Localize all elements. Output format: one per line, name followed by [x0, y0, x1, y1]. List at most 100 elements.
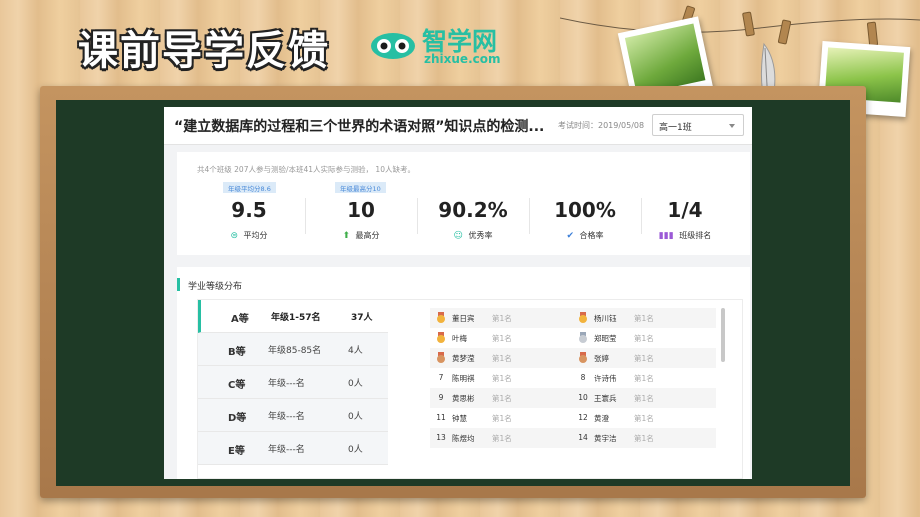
- rank-number: 8: [580, 373, 586, 382]
- student-place: 第1名: [492, 434, 512, 443]
- student-place: 第1名: [634, 434, 654, 443]
- summary-text: 共4个班级 207人参与测验/本班41人实际参与测验， 10人缺考。: [197, 165, 415, 174]
- rank-number: 7: [438, 373, 444, 382]
- rank-number: 14: [578, 433, 588, 442]
- level-range: 年级1-57名: [271, 313, 321, 323]
- student-place: 第1名: [492, 394, 512, 403]
- stat-value: 1/4: [667, 198, 703, 222]
- stat-value: 9.5: [231, 198, 267, 222]
- list-item: 9 黄思彬 第1名 10 王寰兵 第1名: [430, 388, 716, 408]
- student-place: 第1名: [634, 374, 654, 383]
- list-item: 13 陈煜均 第1名 14 黄宇洁 第1名: [430, 428, 716, 448]
- stat-max: 年级最高分10 10 ⬆ 最高分: [305, 182, 417, 252]
- student-place: 第1名: [634, 314, 654, 323]
- student-rank-list: 董日宾 第1名 杨川钰 第1名 叶梅 第1名 郑昭莹 第1名 黄梦滢 第1名 张…: [430, 308, 730, 460]
- stat-label: 最高分: [355, 231, 380, 240]
- gold-medal-icon: [436, 332, 446, 343]
- list-item: 7 陈明祺 第1名 8 许诗伟 第1名: [430, 368, 716, 388]
- student-place: 第1名: [634, 354, 654, 363]
- rank-number: 12: [578, 413, 588, 422]
- stat-value: 100%: [554, 198, 616, 222]
- student-place: 第1名: [634, 414, 654, 423]
- owl-logo-icon: [371, 33, 415, 59]
- slide-title: 课前导学反馈: [78, 28, 330, 74]
- student-name: 黄梦滢: [452, 354, 475, 363]
- student-place: 第1名: [492, 414, 512, 423]
- smile-icon: ☺: [453, 231, 463, 241]
- distribution-panel: A等 年级1-57名 37人 B等 年级85-85名 4人 C等 年级---名 …: [197, 299, 743, 479]
- list-item: 黄梦滢 第1名 张婷 第1名: [430, 348, 716, 368]
- level-label: C等: [228, 380, 246, 391]
- distribution-card: 学业等级分布 A等 年级1-57名 37人 B等 年级85-85名 4人 C等 …: [177, 267, 750, 479]
- up-arrow-icon: ⬆: [342, 231, 350, 241]
- level-range: 年级---名: [268, 379, 305, 389]
- rank-number: 13: [436, 433, 446, 442]
- student-place: 第1名: [492, 354, 512, 363]
- stat-average: 年级平均分8.6 9.5 ⊜ 平均分: [193, 182, 305, 252]
- student-name: 张婷: [594, 354, 609, 363]
- chevron-down-icon: [729, 124, 735, 128]
- stat-class-rank: 1/4 ▮▮▮ 班级排名: [629, 182, 741, 252]
- report-screen: “建立数据库的过程和三个世界的术语对照”知识点的检测... 考试时间：2019/…: [164, 107, 752, 479]
- student-name: 黄思彬: [452, 394, 475, 403]
- student-name: 陈明祺: [452, 374, 475, 383]
- stat-label: 平均分: [243, 231, 268, 240]
- bar-chart-icon: ▮▮▮: [658, 231, 674, 241]
- level-tab-b[interactable]: B等 年级85-85名 4人: [198, 333, 388, 366]
- student-name: 郑昭莹: [594, 334, 617, 343]
- level-count: 0人: [348, 379, 363, 389]
- level-label: B等: [228, 347, 246, 358]
- student-place: 第1名: [492, 334, 512, 343]
- student-name: 黄宇洁: [594, 434, 617, 443]
- level-tab-e[interactable]: E等 年级---名 0人: [198, 432, 388, 465]
- class-select-dropdown[interactable]: 高一1班: [652, 114, 744, 136]
- level-tab-d[interactable]: D等 年级---名 0人: [198, 399, 388, 432]
- stat-tag: 年级平均分8.6: [223, 182, 276, 193]
- bronze-medal-icon: [436, 352, 446, 363]
- bronze-medal-icon: [578, 352, 588, 363]
- level-count: 37人: [351, 313, 373, 323]
- student-place: 第1名: [634, 334, 654, 343]
- level-tab-a[interactable]: A等 年级1-57名 37人: [198, 300, 388, 333]
- top-bar: “建立数据库的过程和三个世界的术语对照”知识点的检测... 考试时间：2019/…: [164, 107, 752, 145]
- student-name: 杨川钰: [594, 314, 617, 323]
- student-name: 黄澄: [594, 414, 609, 423]
- rank-number: 11: [436, 413, 446, 422]
- distribution-title: 学业等级分布: [188, 282, 243, 292]
- student-name: 王寰兵: [594, 394, 617, 403]
- level-tab-c[interactable]: C等 年级---名 0人: [198, 366, 388, 399]
- level-label: D等: [228, 413, 247, 424]
- class-select-value: 高一1班: [659, 123, 692, 133]
- section-accent-bar: [177, 278, 180, 291]
- summary-card: 共4个班级 207人参与测验/本班41人实际参与测验， 10人缺考。 年级平均分…: [177, 152, 750, 255]
- stat-pass-rate: 100% ✔ 合格率: [529, 182, 641, 252]
- exam-date: 考试时间：2019/05/08: [558, 121, 645, 130]
- student-name: 许诗伟: [594, 374, 617, 383]
- gold-medal-icon: [578, 312, 588, 323]
- stat-value: 90.2%: [438, 198, 508, 222]
- student-place: 第1名: [492, 374, 512, 383]
- student-name: 钟慧: [452, 414, 467, 423]
- student-name: 董日宾: [452, 314, 475, 323]
- logo-english-text: zhixue.com: [424, 52, 501, 66]
- stat-label: 班级排名: [679, 231, 712, 240]
- list-scrollbar[interactable]: [721, 308, 725, 362]
- check-icon: ✔: [566, 231, 574, 241]
- stat-excellent-rate: 90.2% ☺ 优秀率: [417, 182, 529, 252]
- student-name: 陈煜均: [452, 434, 475, 443]
- level-label: E等: [228, 446, 245, 457]
- student-name: 叶梅: [452, 334, 467, 343]
- level-count: 0人: [348, 445, 363, 455]
- list-item: 董日宾 第1名 杨川钰 第1名: [430, 308, 716, 328]
- stat-label: 优秀率: [468, 231, 493, 240]
- exam-title: “建立数据库的过程和三个世界的术语对照”知识点的检测...: [174, 119, 545, 135]
- rank-number: 9: [438, 393, 444, 402]
- average-icon: ⊜: [230, 231, 238, 241]
- level-count: 0人: [348, 412, 363, 422]
- student-place: 第1名: [634, 394, 654, 403]
- stat-label: 合格率: [579, 231, 604, 240]
- student-place: 第1名: [492, 314, 512, 323]
- stat-value: 10: [347, 198, 375, 222]
- silver-medal-icon: [578, 332, 588, 343]
- level-range: 年级85-85名: [268, 346, 322, 356]
